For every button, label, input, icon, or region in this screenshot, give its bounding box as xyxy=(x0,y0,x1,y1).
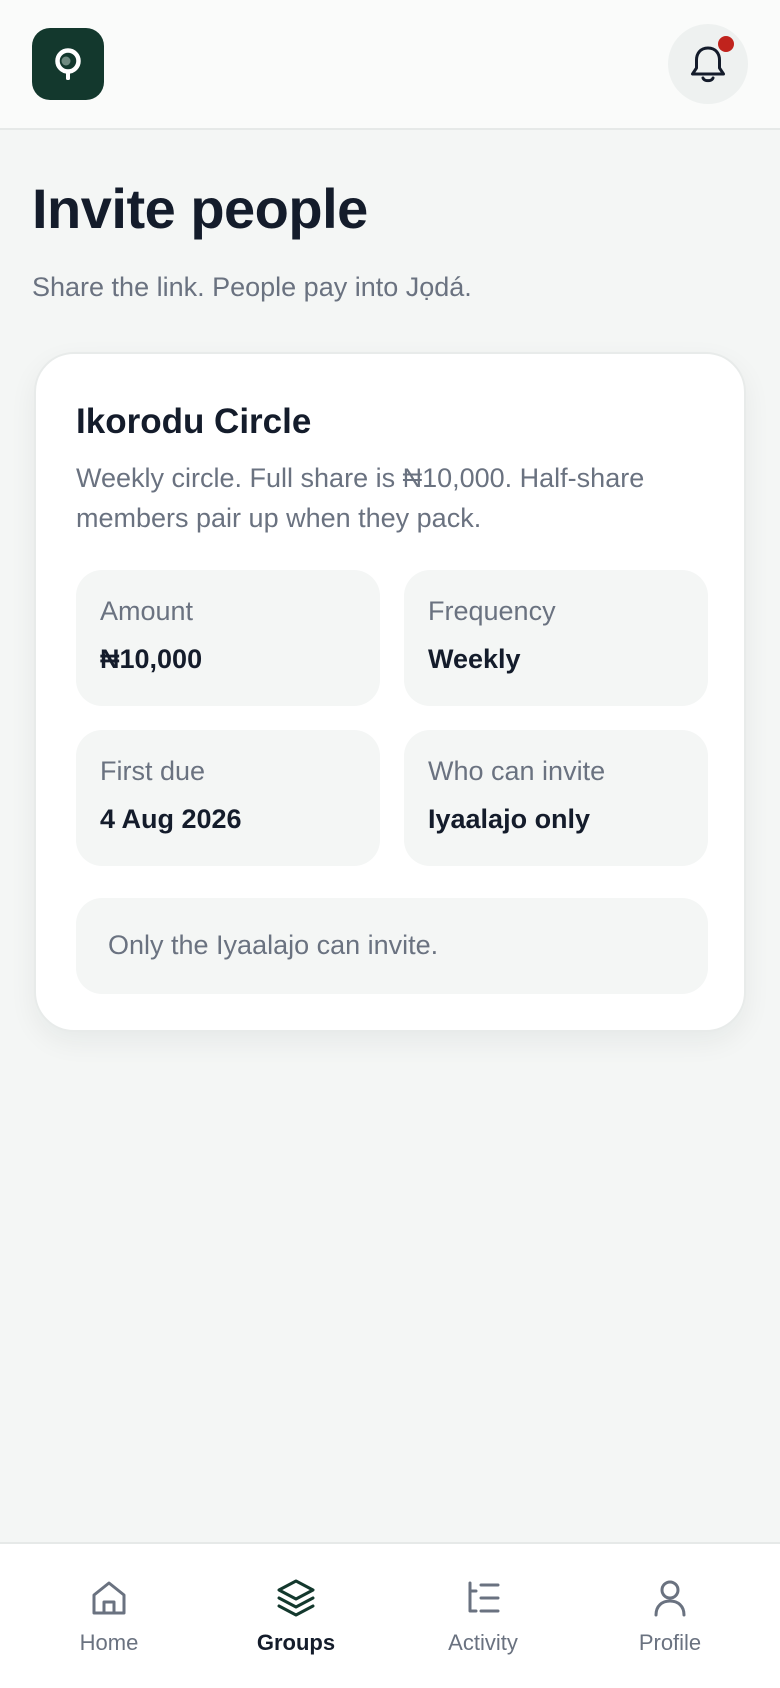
frequency-tile: Frequency Weekly xyxy=(404,570,708,706)
user-icon xyxy=(654,1580,686,1617)
notifications-button[interactable] xyxy=(668,24,748,104)
home-icon xyxy=(92,1581,126,1615)
nav-item-activity[interactable]: Activity xyxy=(390,1544,576,1688)
nav-label-activity: Activity xyxy=(448,1630,518,1655)
amount-tile: Amount ₦10,000 xyxy=(76,570,380,706)
frequency-value: Weekly xyxy=(428,644,521,674)
top-bar xyxy=(0,0,780,130)
bottom-nav: Home Groups Activity Profile xyxy=(0,1542,780,1688)
nav-item-home[interactable]: Home xyxy=(16,1544,202,1688)
amount-label: Amount xyxy=(100,596,194,626)
group-name: Ikorodu Circle xyxy=(76,402,312,441)
page-title: Invite people xyxy=(32,177,368,240)
nav-item-profile[interactable]: Profile xyxy=(577,1544,763,1688)
activity-list-icon xyxy=(468,1581,500,1613)
nav-label-home: Home xyxy=(79,1630,139,1655)
amount-value: ₦10,000 xyxy=(100,644,203,674)
first-due-tile: First due 4 Aug 2026 xyxy=(76,730,380,866)
frequency-label: Frequency xyxy=(428,596,556,626)
who-can-invite-value: Iyaalajo only xyxy=(428,804,591,834)
app-logo[interactable] xyxy=(32,28,104,100)
nav-label-profile: Profile xyxy=(638,1630,702,1655)
invite-permission-text: Only the Iyaalajo can invite. xyxy=(108,930,439,960)
group-card: Ikorodu Circle Weekly circle. Full share… xyxy=(34,352,746,1032)
nav-item-groups[interactable]: Groups xyxy=(203,1544,389,1688)
app-logo-icon xyxy=(55,48,81,80)
first-due-label: First due xyxy=(100,756,206,786)
nav-label-groups: Groups xyxy=(256,1630,336,1655)
layers-icon xyxy=(277,1579,315,1617)
who-can-invite-tile: Who can invite Iyaalajo only xyxy=(404,730,708,866)
group-description: Weekly circle. Full share is ₦10,000. Ha… xyxy=(76,463,645,533)
notification-badge xyxy=(718,36,734,52)
first-due-value: 4 Aug 2026 xyxy=(100,804,242,834)
invite-permission-note: Only the Iyaalajo can invite. xyxy=(76,898,708,994)
who-can-invite-label: Who can invite xyxy=(428,756,606,786)
page-subtitle: Share the link. People pay into Jọdá. xyxy=(32,272,472,302)
